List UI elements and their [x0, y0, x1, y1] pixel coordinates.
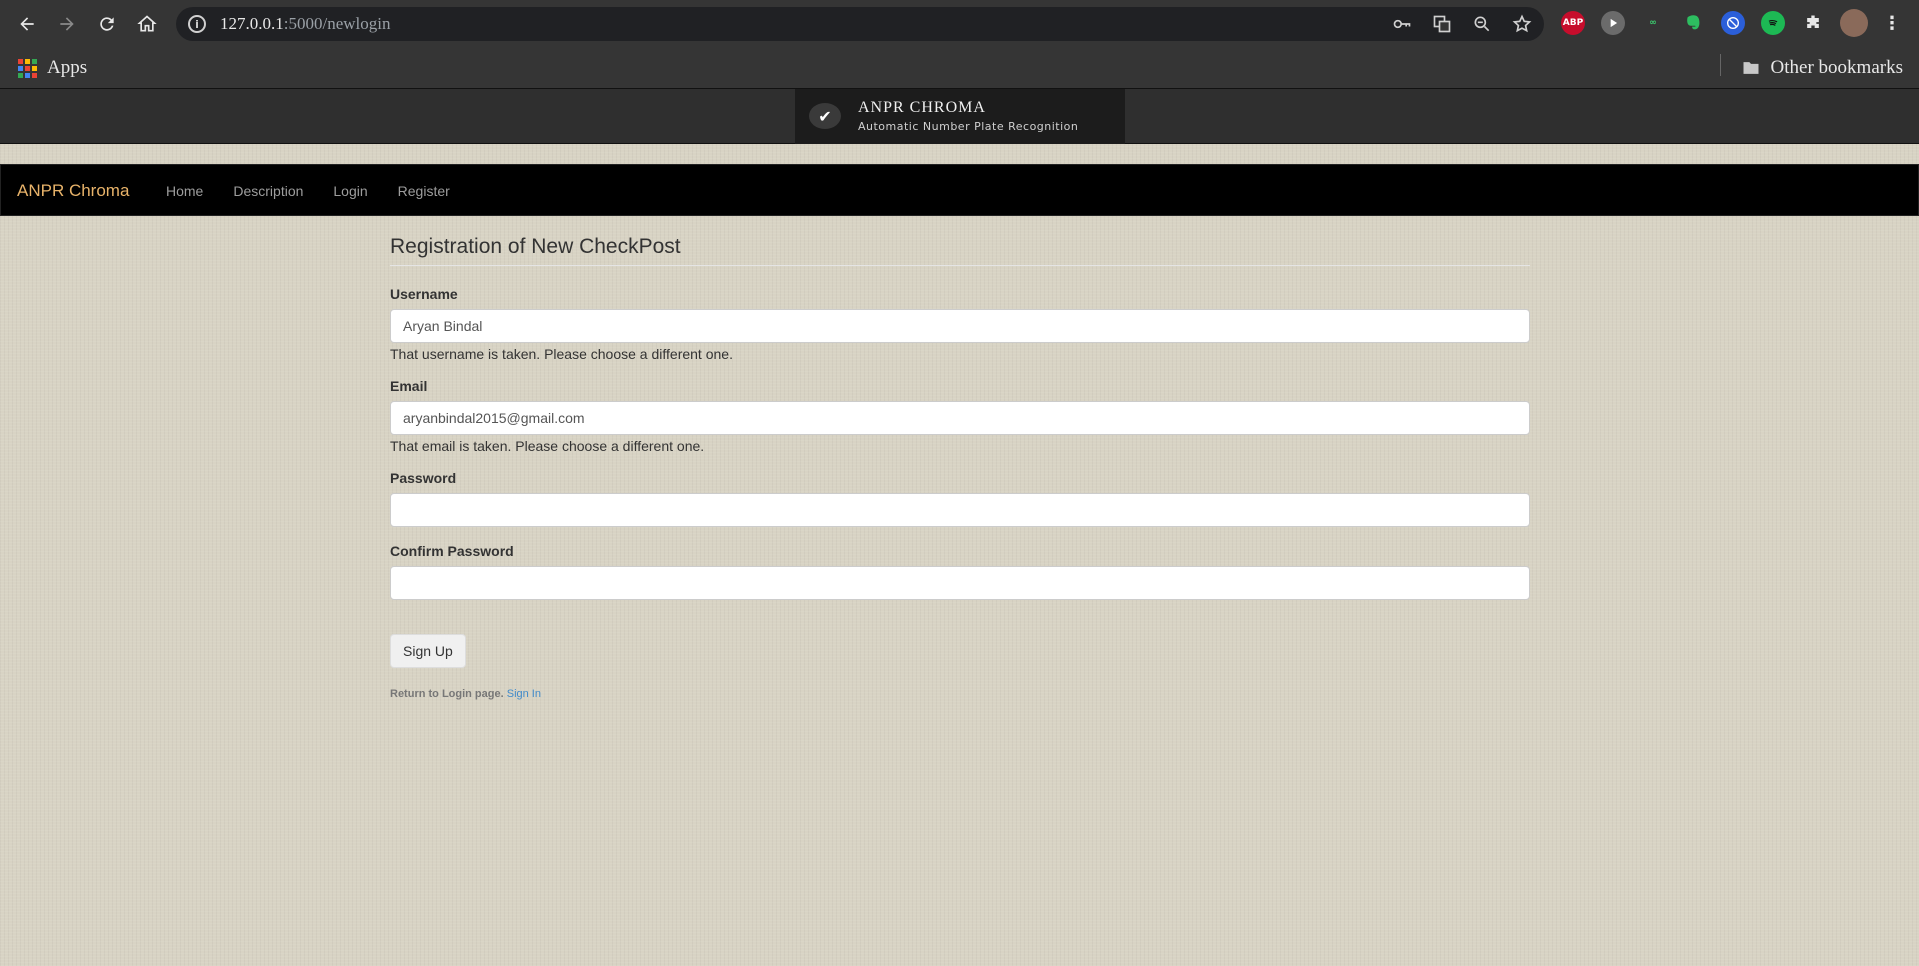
- evernote-icon[interactable]: [1681, 11, 1705, 35]
- site-banner: ✔ ANPR CHROMA Automatic Number Plate Rec…: [0, 88, 1919, 144]
- apps-label: Apps: [47, 57, 88, 78]
- spotify-extension-icon[interactable]: [1761, 11, 1785, 35]
- key-icon[interactable]: [1392, 14, 1412, 34]
- bookmarks-bar: Apps Other bookmarks: [0, 48, 1919, 88]
- menu-kebab-icon[interactable]: ⋮: [1880, 11, 1904, 35]
- reload-icon: [100, 17, 114, 31]
- info-icon[interactable]: i: [188, 15, 206, 33]
- email-label: Email: [390, 378, 428, 394]
- email-input[interactable]: aryanbindal2015@gmail.com: [390, 401, 1530, 435]
- email-error: That email is taken. Please choose a dif…: [390, 438, 705, 454]
- sign-in-link[interactable]: Sign In: [507, 688, 541, 700]
- password-group: Password: [390, 470, 1530, 527]
- block-extension-icon[interactable]: [1721, 11, 1745, 35]
- password-label: Password: [390, 470, 457, 486]
- translate-icon[interactable]: [1432, 14, 1452, 34]
- confirm-password-input[interactable]: [390, 566, 1530, 600]
- reader-extension-icon[interactable]: ∞: [1641, 11, 1665, 35]
- registration-form: Registration of New CheckPost Username A…: [390, 235, 1530, 700]
- profile-avatar[interactable]: [1840, 9, 1868, 37]
- nav-link-description[interactable]: Description: [233, 183, 303, 199]
- banner-title: ANPR CHROMA: [858, 99, 986, 116]
- username-label: Username: [390, 286, 458, 302]
- site-navbar: ANPR Chroma Home Description Login Regis…: [0, 164, 1919, 216]
- adblock-plus-icon[interactable]: ABP: [1561, 11, 1585, 35]
- address-bar[interactable]: i 127.0.0.1:5000/newlogin: [176, 7, 1544, 41]
- confirm-password-label: Confirm Password: [390, 543, 514, 559]
- browser-toolbar: i 127.0.0.1:5000/newlogin ABP ∞ ⋮: [0, 0, 1919, 48]
- arrow-left-icon: [20, 17, 34, 31]
- home-icon: [137, 15, 157, 32]
- login-return-text: Return to Login page.: [390, 688, 504, 700]
- url-text[interactable]: 127.0.0.1:5000/newlogin: [220, 14, 390, 34]
- username-error: That username is taken. Please choose a …: [390, 346, 733, 362]
- check-logo-icon: ✔: [809, 103, 841, 129]
- nav-link-register[interactable]: Register: [398, 183, 450, 199]
- banner-subtitle: Automatic Number Plate Recognition: [858, 120, 1079, 133]
- nav-link-login[interactable]: Login: [333, 183, 367, 199]
- forward-button[interactable]: [51, 8, 83, 40]
- back-button[interactable]: [11, 8, 43, 40]
- password-input[interactable]: [390, 493, 1530, 527]
- play-extension-icon[interactable]: [1601, 11, 1625, 35]
- apps-grid-icon: [18, 58, 37, 78]
- apps-shortcut[interactable]: Apps: [18, 56, 87, 80]
- email-group: Email aryanbindal2015@gmail.com That ema…: [390, 378, 1530, 454]
- extensions-puzzle-icon[interactable]: [1801, 11, 1825, 35]
- confirm-password-group: Confirm Password: [390, 543, 1530, 600]
- other-bookmarks[interactable]: Other bookmarks: [1741, 56, 1903, 80]
- arrow-right-icon: [60, 17, 74, 31]
- star-icon[interactable]: [1512, 14, 1532, 34]
- banner-logo[interactable]: ✔ ANPR CHROMA Automatic Number Plate Rec…: [795, 89, 1125, 144]
- folder-icon: [1743, 62, 1759, 74]
- other-bookmarks-label: Other bookmarks: [1770, 57, 1903, 78]
- username-input[interactable]: Aryan Bindal: [390, 309, 1530, 343]
- nav-link-home[interactable]: Home: [166, 183, 203, 199]
- login-return-note: Return to Login page. Sign In: [390, 688, 1530, 700]
- adblock-plus-label: ABP: [1562, 18, 1584, 28]
- url-host: 127.0.0.1: [220, 14, 284, 33]
- sign-up-button[interactable]: Sign Up: [390, 634, 466, 668]
- username-group: Username Aryan Bindal That username is t…: [390, 286, 1530, 362]
- reload-button[interactable]: [91, 8, 123, 40]
- url-path: :5000/newlogin: [283, 14, 391, 33]
- zoom-out-icon[interactable]: [1472, 14, 1492, 34]
- nav-links: Home Description Login Register: [166, 183, 450, 199]
- home-button[interactable]: [131, 8, 163, 40]
- navbar-brand[interactable]: ANPR Chroma: [17, 181, 129, 201]
- bookmarks-divider: [1720, 54, 1721, 76]
- form-legend: Registration of New CheckPost: [390, 235, 1530, 266]
